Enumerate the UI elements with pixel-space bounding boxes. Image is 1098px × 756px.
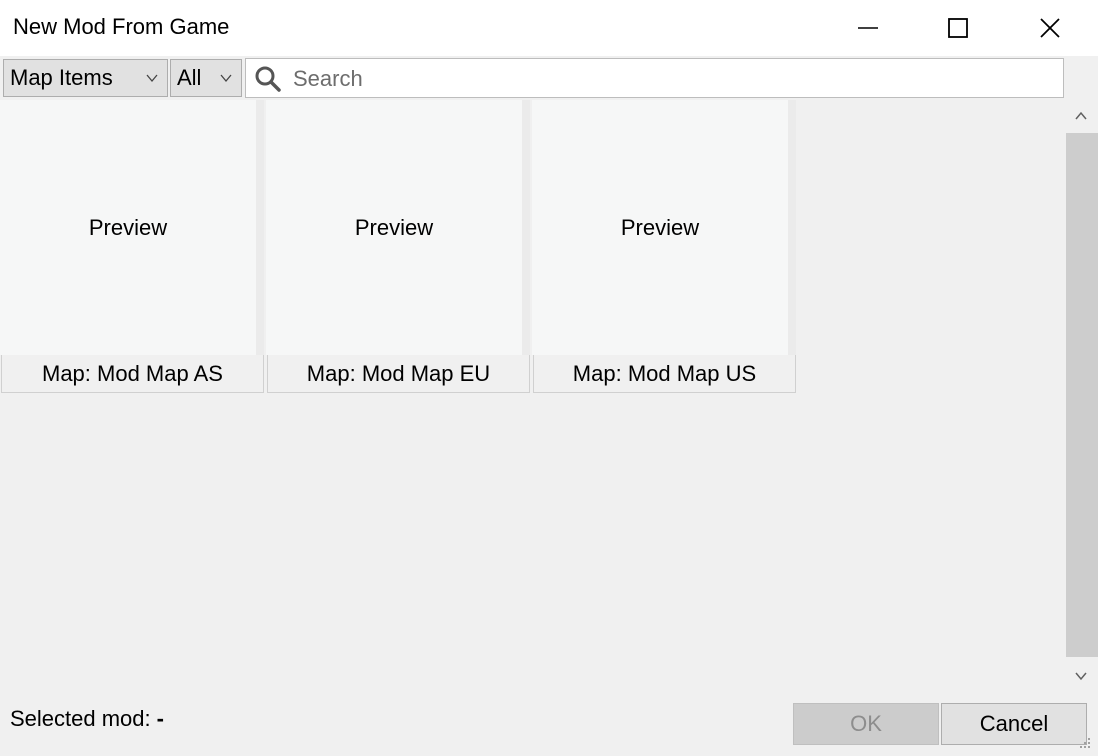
filter-select[interactable]: All [170, 59, 242, 97]
selected-mod-label: Selected mod: [10, 706, 151, 731]
chevron-up-icon [1075, 111, 1087, 120]
scrollbar-thumb[interactable] [1066, 133, 1098, 657]
item-type-select-value: Map Items [10, 65, 113, 90]
maximize-icon [948, 18, 968, 38]
close-icon [1040, 18, 1060, 38]
mod-preview: Preview [0, 100, 256, 355]
search-box[interactable] [245, 58, 1064, 98]
preview-edge [788, 100, 796, 355]
maximize-button[interactable] [912, 0, 1004, 56]
filter-select-value: All [177, 65, 202, 90]
mod-item-label: Map: Mod Map AS [1, 355, 264, 393]
ok-button[interactable]: OK [793, 703, 939, 745]
window-title: New Mod From Game [13, 14, 230, 39]
scroll-up-button[interactable] [1064, 100, 1098, 132]
mod-item-card[interactable]: Preview Map: Mod Map US [532, 100, 796, 394]
resize-grip-icon[interactable] [1076, 734, 1094, 752]
preview-edge [522, 100, 530, 355]
toolbar: Map Items All [0, 56, 1098, 100]
selected-mod-status: Selected mod: - [10, 706, 164, 732]
cancel-button[interactable]: Cancel [941, 703, 1087, 745]
mod-preview: Preview [532, 100, 788, 355]
mod-item-card[interactable]: Preview Map: Mod Map EU [266, 100, 530, 394]
mod-item-card[interactable]: Preview Map: Mod Map AS [0, 100, 264, 394]
chevron-down-icon [220, 74, 232, 83]
mod-item-label: Map: Mod Map EU [267, 355, 530, 393]
close-button[interactable] [1004, 0, 1096, 56]
selected-mod-value: - [156, 706, 164, 731]
title-bar: New Mod From Game [0, 0, 1098, 56]
item-type-select[interactable]: Map Items [3, 59, 168, 97]
vertical-scrollbar[interactable] [1064, 100, 1098, 692]
mod-preview: Preview [266, 100, 522, 355]
search-input[interactable] [291, 63, 1055, 95]
preview-text: Preview [88, 214, 168, 240]
search-icon [255, 66, 281, 92]
chevron-down-icon [1075, 672, 1087, 681]
preview-text: Preview [620, 214, 700, 240]
preview-text: Preview [354, 214, 434, 240]
mod-item-label: Map: Mod Map US [533, 355, 796, 393]
minimize-button[interactable] [822, 0, 914, 56]
chevron-down-icon [146, 74, 158, 83]
scroll-down-button[interactable] [1064, 660, 1098, 692]
mod-item-grid: Preview Map: Mod Map AS Preview Map: Mod… [0, 100, 1064, 692]
preview-edge [256, 100, 264, 355]
minimize-icon [858, 27, 878, 29]
